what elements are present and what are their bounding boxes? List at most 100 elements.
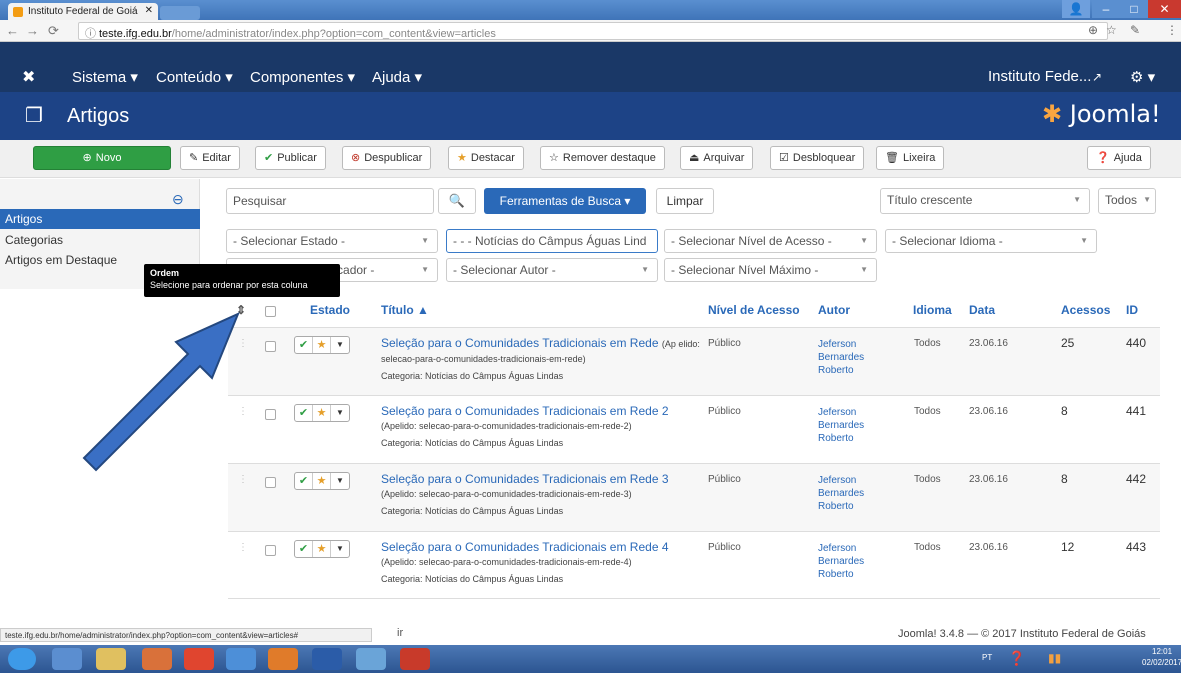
new-tab-button[interactable] [160,6,200,20]
article-title-link[interactable]: Seleção para o Comunidades Tradicionais … [381,336,659,350]
help-tray-icon[interactable]: ❓ [1008,650,1025,667]
browser-tab[interactable]: Instituto Federal de Goiá ✕ [8,3,158,20]
row-checkbox[interactable] [265,409,276,420]
bookmark-star-icon[interactable]: ☆ [1106,23,1117,37]
header-estado[interactable]: Estado [310,303,350,317]
notepad-icon[interactable] [356,648,386,670]
help-button[interactable]: ❓ Ajuda [1087,146,1151,170]
office-icon[interactable] [142,648,172,670]
sidebar-item-artigos[interactable]: Artigos [0,209,200,229]
search-tools-button[interactable]: Ferramentas de Busca ▾ [484,188,646,214]
zoom-icon[interactable]: ⊕ [1088,23,1098,37]
unpublish-button[interactable]: ⊗ Despublicar [342,146,432,170]
search-button[interactable]: 🔍 [438,188,476,214]
reload-icon[interactable]: ⟳ [48,23,59,39]
row-checkbox[interactable] [265,545,276,556]
tray-network-icon[interactable]: ▮▮ [1048,651,1061,665]
back-icon[interactable]: ← [6,23,19,38]
menu-conteudo[interactable]: Conteúdo ▾ [156,68,233,86]
clear-button[interactable]: Limpar [656,188,714,214]
edit-button[interactable]: ✎ Editar [180,146,240,170]
filter-categoria[interactable]: - - - Notícias do Câmpus Águas Lind [446,229,658,253]
select-all-checkbox[interactable] [265,306,276,317]
header-acessos[interactable]: Acessos [1061,303,1110,317]
close-window-button[interactable]: ✕ [1148,0,1181,18]
header-autor[interactable]: Autor [818,303,850,317]
limit-select[interactable]: Todos ▼ [1098,188,1156,214]
word-icon[interactable] [312,648,342,670]
filter-estado[interactable]: - Selecionar Estado - ▼ [226,229,438,253]
unfeature-button[interactable]: ☆ Remover destaque [540,146,665,170]
featured-star-icon[interactable]: ★ [313,541,331,557]
article-title-link[interactable]: Seleção para o Comunidades Tradicionais … [381,404,669,418]
header-nivel-acesso[interactable]: Nível de Acesso [708,303,800,317]
checkin-button[interactable]: ☑ Desbloquear [770,146,865,170]
header-id[interactable]: ID [1126,303,1138,317]
author-link[interactable]: Jeferson Bernardes Roberto [818,338,888,377]
article-title-link[interactable]: Seleção para o Comunidades Tradicionais … [381,540,669,554]
taskbar-clock[interactable]: 12:01 02/02/2017 [1142,646,1181,668]
site-name-link[interactable]: Instituto Fede... [988,68,1091,85]
sort-select[interactable]: Título crescente ▼ [880,188,1090,214]
published-check-icon[interactable]: ✔ [295,405,313,421]
status-buttons: ✔ ★ ▼ [294,472,350,490]
info-icon[interactable]: ⓘ [85,28,96,39]
published-check-icon[interactable]: ✔ [295,337,313,353]
extension-pencil-icon[interactable]: ✎ [1130,23,1140,37]
new-button[interactable]: ⊕ Novo [33,146,171,170]
author-link[interactable]: Jeferson Bernardes Roberto [818,406,888,445]
windows-start-icon[interactable] [8,648,36,670]
forward-icon[interactable]: → [26,23,39,38]
maximize-button[interactable]: □ [1120,0,1148,18]
status-dropdown-icon[interactable]: ▼ [331,541,349,557]
drag-handle-icon[interactable]: ⋮ [238,542,248,553]
filter-autor[interactable]: - Selecionar Autor - ▼ [446,258,658,282]
header-titulo[interactable]: Título ▲ [381,303,429,317]
search-input[interactable]: Pesquisar [226,188,434,214]
minimize-button[interactable]: – [1092,0,1120,18]
header-idioma[interactable]: Idioma [913,303,952,317]
language-indicator[interactable]: PT [982,653,992,662]
browser-menu-icon[interactable]: ⋮ [1166,23,1178,37]
filter-idioma[interactable]: - Selecionar Idioma - ▼ [885,229,1097,253]
row-checkbox[interactable] [265,341,276,352]
chrome-icon[interactable] [184,648,214,670]
sidebar-item-categorias[interactable]: Categorias [0,230,200,250]
status-dropdown-icon[interactable]: ▼ [331,473,349,489]
row-checkbox[interactable] [265,477,276,488]
filezilla-icon[interactable] [400,648,430,670]
trash-button[interactable]: 🗑 Lixeira [876,146,945,170]
published-check-icon[interactable]: ✔ [295,473,313,489]
close-tab-icon[interactable]: ✕ [145,5,153,16]
published-check-icon[interactable]: ✔ [295,541,313,557]
menu-componentes[interactable]: Componentes ▾ [250,68,355,86]
header-data[interactable]: Data [969,303,995,317]
menu-ajuda[interactable]: Ajuda ▾ [372,68,422,86]
settings-dropdown[interactable]: ⚙ ▾ [1130,68,1155,86]
external-link-icon[interactable]: ↗ [1092,70,1102,84]
firefox-icon[interactable] [268,648,298,670]
feature-button[interactable]: ★ Destacar [448,146,524,170]
joomla-logo-icon[interactable]: ✖ [22,67,35,87]
ie-icon[interactable] [52,648,82,670]
filter-nivel-maximo[interactable]: - Selecionar Nível Máximo - ▼ [664,258,877,282]
featured-star-icon[interactable]: ★ [313,337,331,353]
collapse-sidebar-icon[interactable]: ⊖ [172,191,184,208]
status-dropdown-icon[interactable]: ▼ [331,405,349,421]
featured-star-icon[interactable]: ★ [313,473,331,489]
menu-sistema[interactable]: Sistema ▾ [72,68,138,86]
featured-star-icon[interactable]: ★ [313,405,331,421]
trash-label: Lixeira [902,152,936,164]
status-dropdown-icon[interactable]: ▼ [331,337,349,353]
url-input[interactable]: ⓘ teste.ifg.edu.br/home/administrator/ind… [78,22,1108,40]
user-profile-icon[interactable]: 👤 [1062,0,1090,18]
archive-button[interactable]: ⏏ Arquivar [680,146,754,170]
explorer-folder-icon[interactable] [96,648,126,670]
footer-partial-link[interactable]: ir [397,627,403,639]
author-link[interactable]: Jeferson Bernardes Roberto [818,474,888,513]
article-title-link[interactable]: Seleção para o Comunidades Tradicionais … [381,472,669,486]
skype-icon[interactable] [226,648,256,670]
publish-button[interactable]: ✔ Publicar [255,146,326,170]
author-link[interactable]: Jeferson Bernardes Roberto [818,542,888,581]
filter-nivel-acesso[interactable]: - Selecionar Nível de Acesso - ▼ [664,229,877,253]
